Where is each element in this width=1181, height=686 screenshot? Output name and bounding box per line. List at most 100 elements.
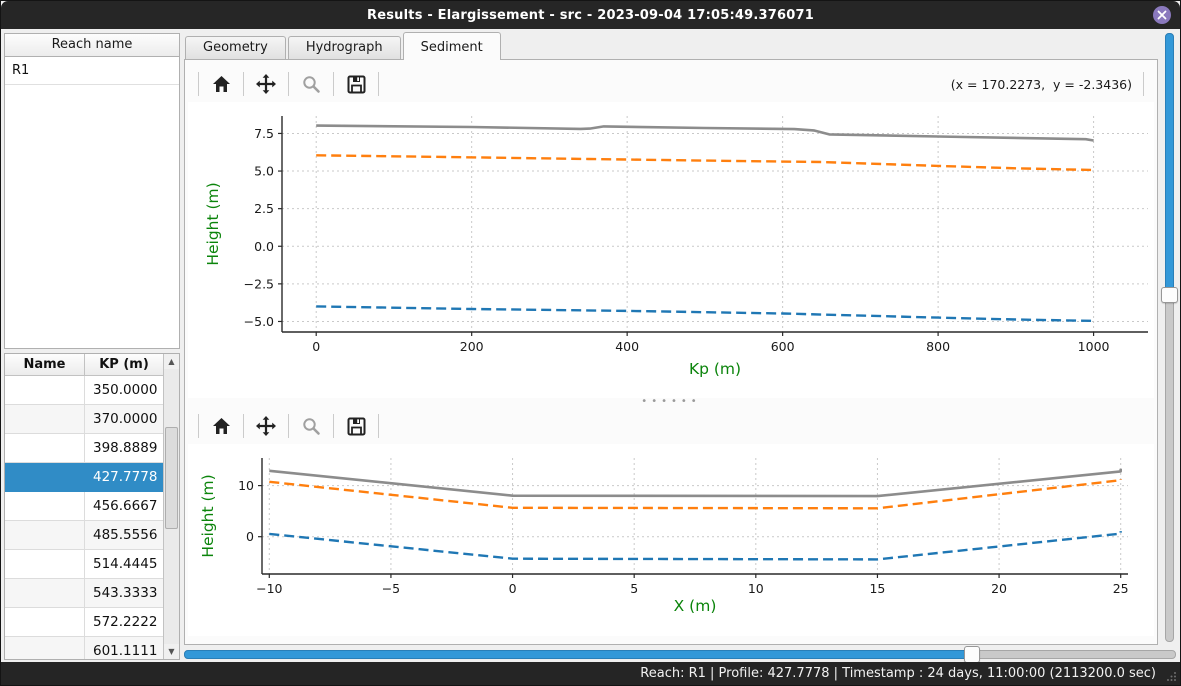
save-icon (347, 75, 366, 94)
cell-name[interactable] (5, 434, 85, 462)
table-row[interactable]: 427.7778 (5, 463, 163, 492)
table-row[interactable]: 456.6667 (5, 492, 163, 521)
time-slider-handle[interactable] (964, 646, 980, 662)
scroll-up-icon[interactable]: ▲ (164, 354, 179, 369)
profile-table-header: Name KP (m) (5, 354, 163, 376)
svg-text:−2.5: −2.5 (244, 276, 274, 291)
cell-name[interactable] (5, 608, 85, 636)
tab-geometry[interactable]: Geometry (185, 36, 286, 59)
status-text: Reach: R1 | Profile: 427.7778 | Timestam… (640, 666, 1156, 681)
reach-item[interactable]: R1 (5, 57, 179, 85)
y-axis-label: Height (m) (199, 474, 217, 557)
window-title: Results - Elargissement - src - 2023-09-… (367, 8, 814, 23)
scroll-down-icon[interactable]: ▼ (164, 644, 179, 659)
cell-kp[interactable]: 456.6667 (85, 492, 163, 520)
tab-hydrograph[interactable]: Hydrograph (288, 36, 401, 59)
toolbar-separator (333, 72, 334, 96)
table-row[interactable]: 370.0000 (5, 405, 163, 434)
table-row[interactable]: 398.8889 (5, 434, 163, 463)
cell-name[interactable] (5, 521, 85, 549)
cell-kp[interactable]: 572.2222 (85, 608, 163, 636)
table-row[interactable]: 485.5556 (5, 521, 163, 550)
svg-text:10: 10 (748, 581, 764, 596)
table-row[interactable]: 572.2222 (5, 608, 163, 637)
toolbar-separator (378, 414, 379, 438)
cell-name[interactable] (5, 637, 85, 659)
cell-kp[interactable]: 485.5556 (85, 521, 163, 549)
svg-text:−5.0: −5.0 (244, 314, 274, 329)
title-bar[interactable]: Results - Elargissement - src - 2023-09-… (1, 1, 1180, 29)
kp-profile-chart[interactable]: 020040060080010007.55.02.50.0−2.5−5.0Kp … (188, 102, 1154, 398)
cell-kp[interactable]: 601.1111 (85, 637, 163, 659)
vertical-slider[interactable] (1165, 33, 1174, 642)
save-button[interactable] (340, 412, 372, 440)
resize-grip-icon[interactable] (1166, 671, 1177, 682)
table-scrollbar[interactable]: ▲ ▼ (163, 354, 179, 659)
svg-text:5: 5 (630, 581, 638, 596)
svg-text:25: 25 (1113, 581, 1129, 596)
plot2-toolbar (188, 408, 1154, 444)
table-row[interactable]: 543.3333 (5, 579, 163, 608)
vertical-slider-column (1158, 32, 1180, 645)
plot-canvas[interactable]: −10−50510152025010X (m)Height (m) (188, 444, 1153, 632)
close-button[interactable] (1153, 6, 1171, 24)
plot-canvas[interactable]: 020040060080010007.55.02.50.0−2.5−5.0Kp … (188, 102, 1153, 394)
svg-text:15: 15 (869, 581, 885, 596)
sediment-panel: (x = 170.2273, y = -2.3436) 020040060080… (184, 59, 1158, 645)
column-header-kp[interactable]: KP (m) (85, 354, 163, 375)
zoom-icon (302, 75, 321, 94)
cell-kp[interactable]: 350.0000 (85, 376, 163, 404)
toolbar-separator (1143, 72, 1144, 96)
scrollbar-thumb[interactable] (165, 427, 178, 529)
cell-kp[interactable]: 370.0000 (85, 405, 163, 433)
toolbar-separator (198, 414, 199, 438)
cell-name[interactable] (5, 579, 85, 607)
toolbar-separator (288, 414, 289, 438)
svg-text:0: 0 (509, 581, 517, 596)
pan-button[interactable] (250, 412, 282, 440)
cell-name[interactable] (5, 492, 85, 520)
home-button[interactable] (205, 70, 237, 98)
home-button[interactable] (205, 412, 237, 440)
app-window: Results - Elargissement - src - 2023-09-… (0, 0, 1181, 686)
svg-text:600: 600 (771, 339, 795, 354)
left-panel: Reach name R1 Name KP (m) 350.0000370.00… (1, 29, 182, 662)
time-slider[interactable] (184, 650, 1176, 659)
save-button[interactable] (340, 70, 372, 98)
profile-table: Name KP (m) 350.0000370.0000398.8889427.… (4, 353, 180, 660)
reach-list-header: Reach name (5, 34, 179, 57)
splitter-handle[interactable]: •••••• (188, 398, 1154, 408)
table-row[interactable]: 601.1111 (5, 637, 163, 659)
profile-table-main: Name KP (m) 350.0000370.0000398.8889427.… (5, 354, 163, 659)
tab-bar: Geometry Hydrograph Sediment (184, 32, 1158, 60)
svg-text:0.0: 0.0 (254, 239, 274, 254)
zoom-button[interactable] (295, 412, 327, 440)
scrollbar-track[interactable] (164, 369, 179, 644)
pan-icon (256, 74, 276, 94)
cell-name[interactable] (5, 463, 85, 491)
cell-kp[interactable]: 514.4445 (85, 550, 163, 578)
svg-text:−5: −5 (382, 581, 400, 596)
cell-kp[interactable]: 427.7778 (85, 463, 163, 491)
pan-button[interactable] (250, 70, 282, 98)
cell-kp[interactable]: 398.8889 (85, 434, 163, 462)
table-row[interactable]: 350.0000 (5, 376, 163, 405)
svg-text:7.5: 7.5 (254, 126, 274, 141)
toolbar-separator (243, 414, 244, 438)
table-row[interactable]: 514.4445 (5, 550, 163, 579)
svg-text:0: 0 (312, 339, 320, 354)
column-header-name[interactable]: Name (5, 354, 85, 375)
svg-text:2.5: 2.5 (254, 201, 274, 216)
zoom-button[interactable] (295, 70, 327, 98)
svg-text:800: 800 (926, 339, 950, 354)
profile-table-rows: 350.0000370.0000398.8889427.7778456.6667… (5, 376, 163, 659)
cell-name[interactable] (5, 550, 85, 578)
vertical-slider-handle[interactable] (1161, 287, 1178, 303)
cell-name[interactable] (5, 376, 85, 404)
svg-text:200: 200 (460, 339, 484, 354)
time-slider-fill (184, 650, 971, 659)
cell-kp[interactable]: 543.3333 (85, 579, 163, 607)
cross-section-chart[interactable]: −10−50510152025010X (m)Height (m) (188, 444, 1154, 636)
cell-name[interactable] (5, 405, 85, 433)
tab-sediment[interactable]: Sediment (403, 32, 501, 60)
